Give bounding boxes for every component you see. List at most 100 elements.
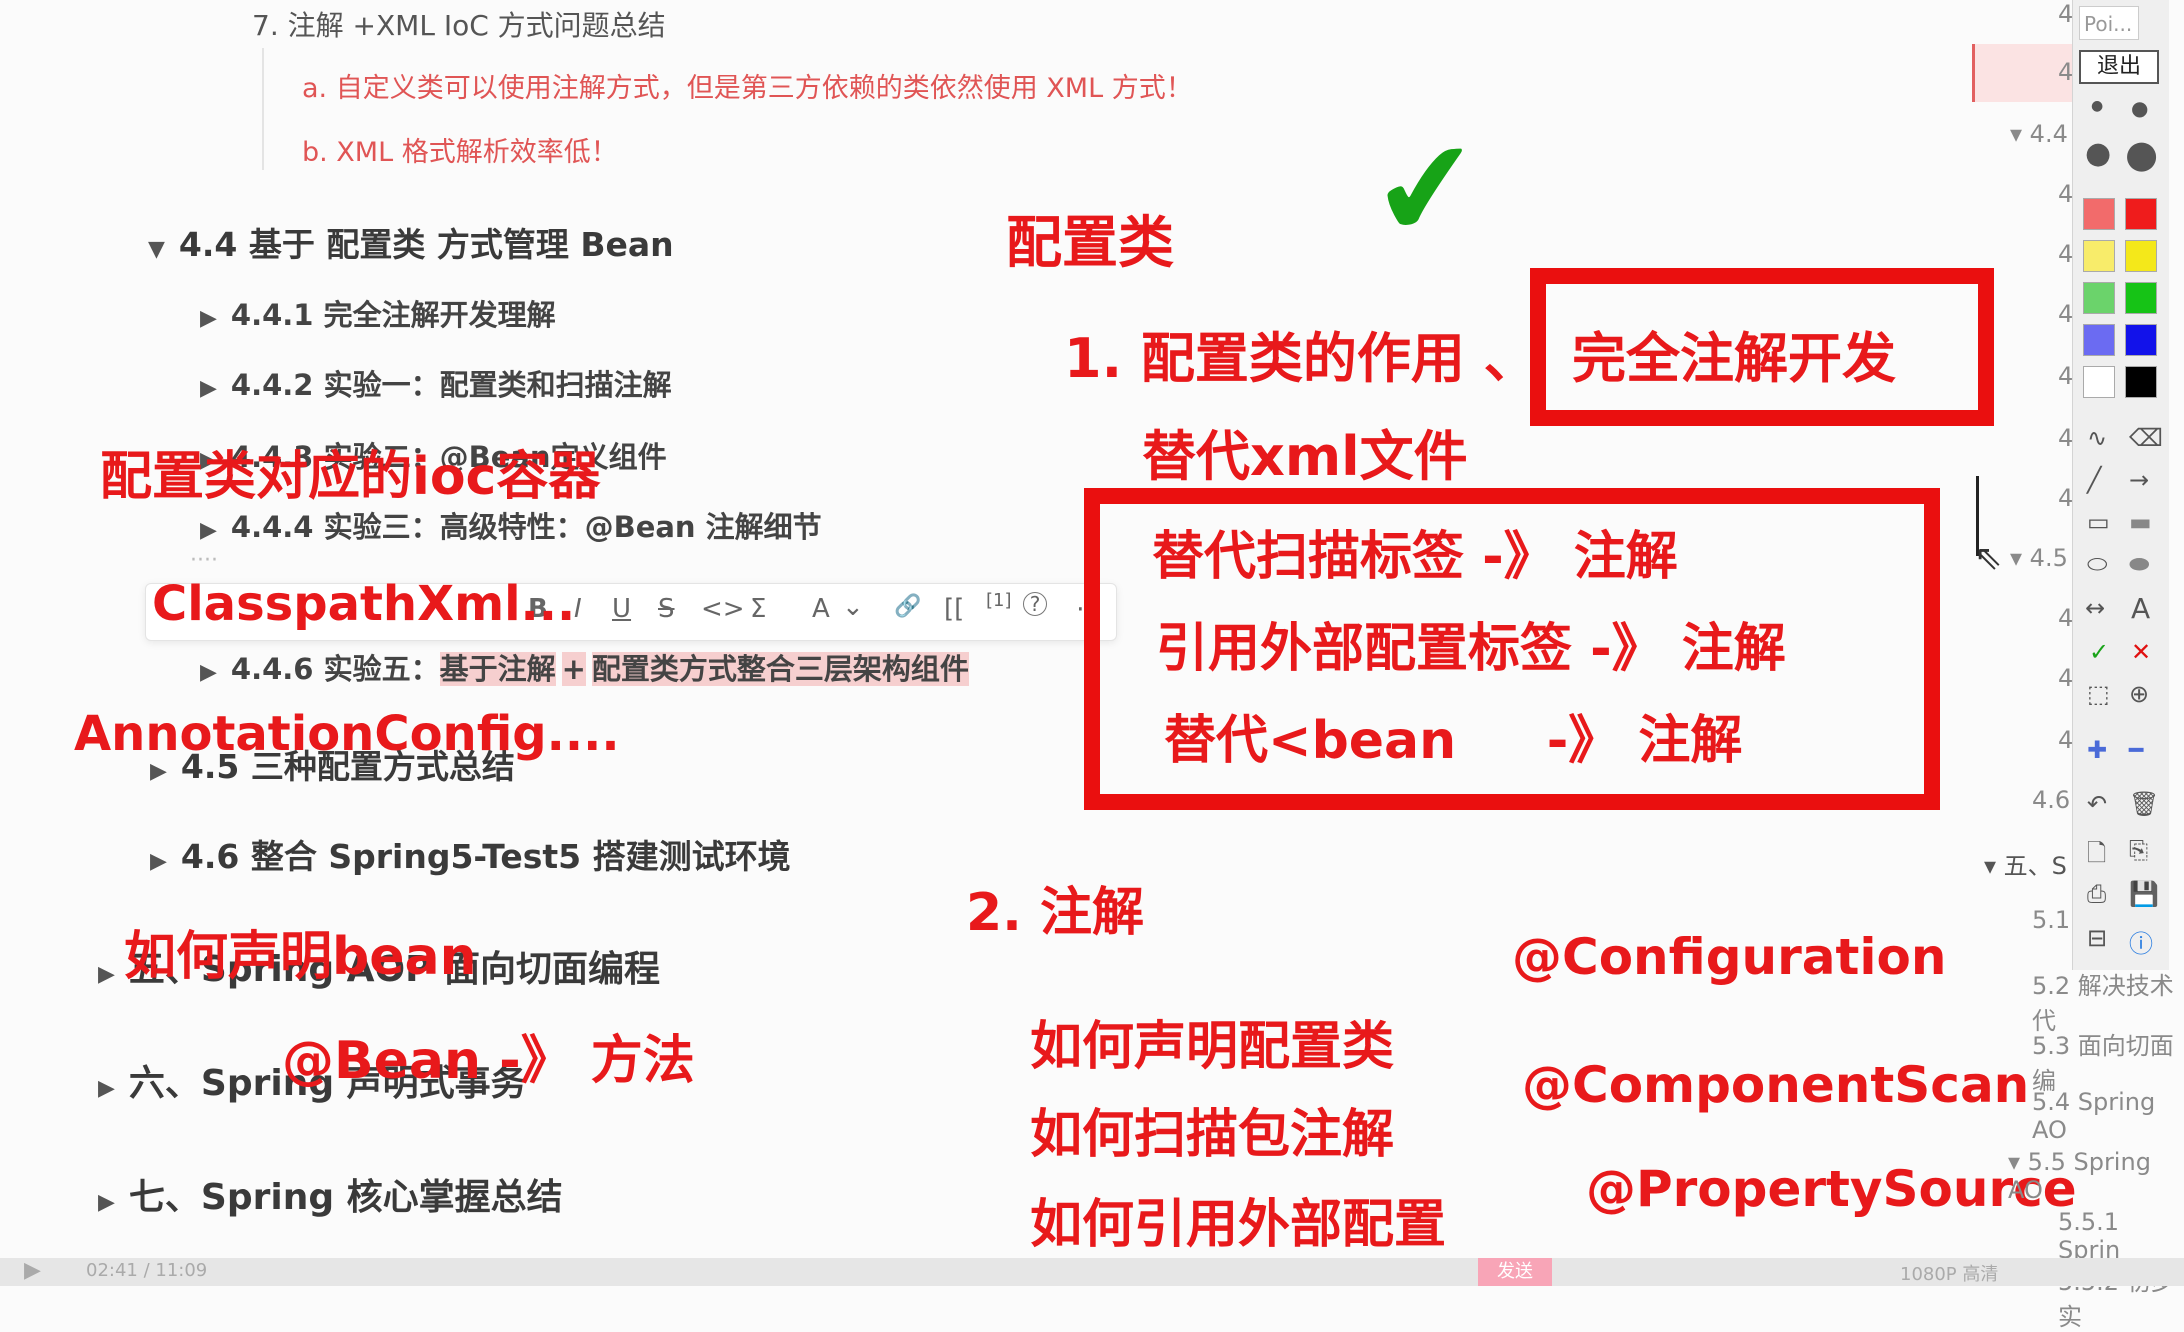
underline-button[interactable]: U (612, 594, 631, 624)
pen-size-large-icon[interactable]: ● (2085, 136, 2111, 171)
text-tool-icon[interactable]: A (2131, 592, 2150, 625)
select-region-icon[interactable]: ⬚ (2087, 680, 2110, 708)
expand-triangle-icon[interactable]: ▶ (98, 962, 115, 987)
color-swatch[interactable] (2083, 198, 2115, 230)
color-swatch[interactable] (2083, 240, 2115, 272)
expand-triangle-icon[interactable]: ▶ (150, 849, 167, 874)
outline-item-4-4-4[interactable]: ▶ 4.4.4 实验三：高级特性：@Bean 注解细节 (200, 504, 822, 546)
sidebar-item[interactable]: 4 (2058, 180, 2073, 208)
link-icon[interactable]: 🔗 (894, 594, 921, 619)
color-swatch[interactable] (2125, 198, 2157, 230)
math-sum-button[interactable]: Σ (750, 594, 766, 624)
pen-size-small-icon[interactable]: ● (2091, 98, 2103, 114)
arrow-tool-icon[interactable]: → (2129, 466, 2149, 494)
expand-triangle-icon[interactable]: ▶ (150, 759, 167, 784)
check-tool-icon[interactable]: ✓ (2089, 638, 2109, 666)
quality-selector[interactable]: 1080P 高清 (1900, 1260, 1998, 1286)
sidebar-item[interactable]: 4 (2058, 58, 2073, 86)
filled-ellipse-icon[interactable]: ⬬ (2129, 550, 2150, 578)
outline-item-4-4-1[interactable]: ▶ 4.4.1 完全注解开发理解 (200, 292, 556, 334)
outline-chapter-7[interactable]: ▶ 七、Spring 核心掌握总结 (98, 1168, 563, 1220)
double-arrow-icon[interactable]: ↔ (2085, 594, 2105, 622)
save-icon[interactable]: 💾 (2129, 880, 2159, 908)
outline-heading-4-4[interactable]: ▼ 4.4 基于 配置类 方式管理 Bean (148, 218, 674, 266)
send-danmaku-button[interactable]: 发送 (1478, 1258, 1552, 1286)
color-swatch[interactable] (2083, 282, 2115, 314)
sidebar-item-4-4[interactable]: ▾ 4.4 (2010, 120, 2068, 148)
item-label: 4.4.1 完全注解开发理解 (230, 298, 556, 332)
code-button[interactable]: <> (701, 594, 745, 624)
cross-tool-icon[interactable]: ✕ (2131, 638, 2151, 666)
chevron-down-icon[interactable]: ⌄ (842, 592, 864, 622)
color-swatch[interactable] (2125, 324, 2157, 356)
expand-triangle-icon[interactable]: ▶ (200, 518, 217, 543)
screen-icon[interactable]: ⊟ (2087, 924, 2107, 952)
sidebar-item[interactable]: 4 (2058, 664, 2073, 692)
expand-triangle-icon[interactable]: ▶ (98, 1076, 115, 1101)
item-label: 4.6 整合 Spring5-Test5 搭建测试环境 (180, 837, 791, 876)
sidebar-item-4-6[interactable]: 4.6 (2032, 786, 2070, 814)
sidebar-item[interactable]: 4 (2058, 300, 2073, 328)
freehand-pen-icon[interactable]: ∿ (2087, 424, 2107, 452)
pen-size-medium-icon[interactable]: ● (2131, 96, 2148, 120)
annotation-classpath: ClasspathXml... (152, 576, 576, 632)
annotation-bean-tag: 替代<bean -》 注解 (1164, 711, 1743, 771)
outline-item-7[interactable]: 7. 注解 +XML IoC 方式问题总结 (252, 4, 666, 44)
annotation-scan-pkg: 如何扫描包注解 (1030, 1105, 1395, 1165)
sidebar-item[interactable]: 4 (2058, 484, 2073, 512)
print-icon[interactable]: ⎙ (2087, 880, 2106, 908)
zoom-region-icon[interactable]: ⊕ (2129, 680, 2149, 708)
sidebar-item[interactable]: 4 (2058, 604, 2073, 632)
add-icon[interactable]: ✚ (2087, 736, 2107, 764)
undo-icon[interactable]: ↶ (2087, 790, 2107, 818)
new-page-icon[interactable]: 🗋 (2087, 836, 2106, 877)
drag-handle[interactable]: ···· (190, 548, 218, 573)
copy-icon[interactable]: ⎘ (2129, 836, 2148, 864)
color-swatch[interactable] (2125, 366, 2157, 398)
outline-item-4-6[interactable]: ▶ 4.6 整合 Spring5-Test5 搭建测试环境 (150, 830, 791, 878)
outline-item-4-4-6[interactable]: ▶ 4.4.6 实验五：基于注解 + 配置类方式整合三层架构组件 (200, 646, 969, 688)
color-swatch[interactable] (2125, 282, 2157, 314)
ellipse-tool-icon[interactable]: ⬭ (2087, 550, 2108, 578)
play-icon[interactable]: ▶ (24, 1258, 41, 1283)
expand-triangle-icon[interactable]: ▶ (200, 660, 217, 685)
sidebar-item[interactable]: 4 (2058, 726, 2073, 754)
expand-triangle-icon[interactable]: ▶ (200, 306, 217, 331)
expand-triangle-icon[interactable]: ▶ (200, 376, 217, 401)
sidebar-item-5-4[interactable]: 5.4 Spring AO (2032, 1088, 2184, 1144)
filled-rectangle-icon[interactable]: ▬ (2129, 508, 2152, 536)
line-tool-icon[interactable]: ╱ (2087, 466, 2101, 494)
help-icon[interactable]: ? (1023, 592, 1047, 616)
sidebar-item[interactable]: 4 (2058, 0, 2073, 28)
color-swatch[interactable] (2125, 240, 2157, 272)
info-icon[interactable]: ⓘ (2129, 924, 2153, 959)
sidebar-item-5-5-1[interactable]: 5.5.1 Sprin (2058, 1208, 2184, 1264)
sidebar-item-chapter-5[interactable]: ▾ 五、S (1984, 846, 2067, 881)
sidebar-item[interactable]: 4 (2058, 362, 2073, 390)
annotation-scan-tag: 替代扫描标签 -》 注解 (1152, 527, 1678, 587)
sidebar-item[interactable]: 4 (2058, 240, 2073, 268)
sidebar-item-4-5[interactable]: ▾ 4.5 (2010, 544, 2068, 572)
wiki-link-button[interactable]: [[ (944, 594, 964, 624)
highlighted-text: 配置类方式整合三层架构组件 (591, 652, 969, 686)
trash-icon[interactable]: 🗑 (2129, 790, 2159, 818)
color-swatch[interactable] (2083, 324, 2115, 356)
expand-triangle-icon[interactable]: ▶ (98, 1190, 115, 1215)
color-swatch[interactable] (2083, 366, 2115, 398)
minus-icon[interactable]: ━ (2129, 736, 2143, 764)
collapse-triangle-icon[interactable]: ▼ (148, 237, 165, 262)
font-color-button[interactable]: A (812, 594, 830, 624)
sidebar-item-5-3[interactable]: 5.3 面向切面编 (2032, 1026, 2184, 1096)
exit-button[interactable]: 退出 (2079, 50, 2159, 84)
pointer-field[interactable]: Poi... (2079, 6, 2139, 40)
footnote-button[interactable]: [1] (986, 590, 1012, 611)
sidebar-item[interactable]: 4 (2058, 424, 2073, 452)
strikethrough-button[interactable]: S (658, 594, 675, 624)
annotation-ext-config: 引用外部配置标签 -》 注解 (1156, 619, 1786, 679)
outline-item-4-4-2[interactable]: ▶ 4.4.2 实验一：配置类和扫描注解 (200, 362, 672, 404)
sidebar-item-5-5[interactable]: ▾ 5.5 Spring AO (2008, 1148, 2184, 1204)
rectangle-tool-icon[interactable]: ▭ (2087, 508, 2110, 536)
eraser-icon[interactable]: ⌫ (2129, 424, 2163, 452)
pen-size-xlarge-icon[interactable]: ● (2125, 132, 2158, 176)
sidebar-item-5-1[interactable]: 5.1 (2032, 906, 2070, 934)
